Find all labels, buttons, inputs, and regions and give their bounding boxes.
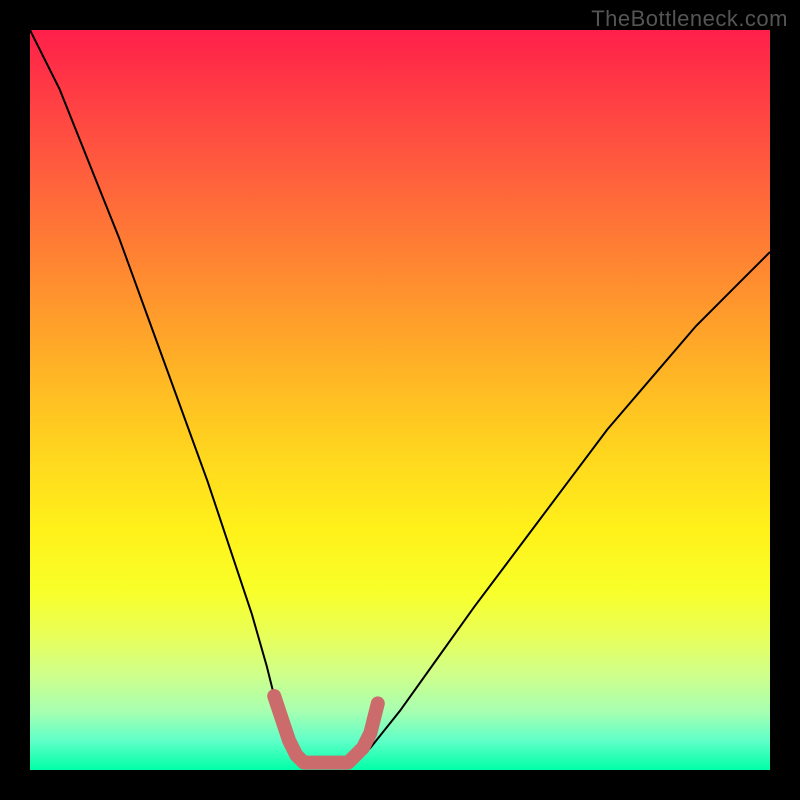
- left-curve: [30, 30, 304, 763]
- right-curve: [356, 252, 770, 763]
- watermark-text: TheBottleneck.com: [591, 6, 788, 32]
- plot-area: [30, 30, 770, 770]
- chart-container: TheBottleneck.com: [0, 0, 800, 800]
- marker-band: [274, 696, 378, 763]
- curves-svg: [30, 30, 770, 770]
